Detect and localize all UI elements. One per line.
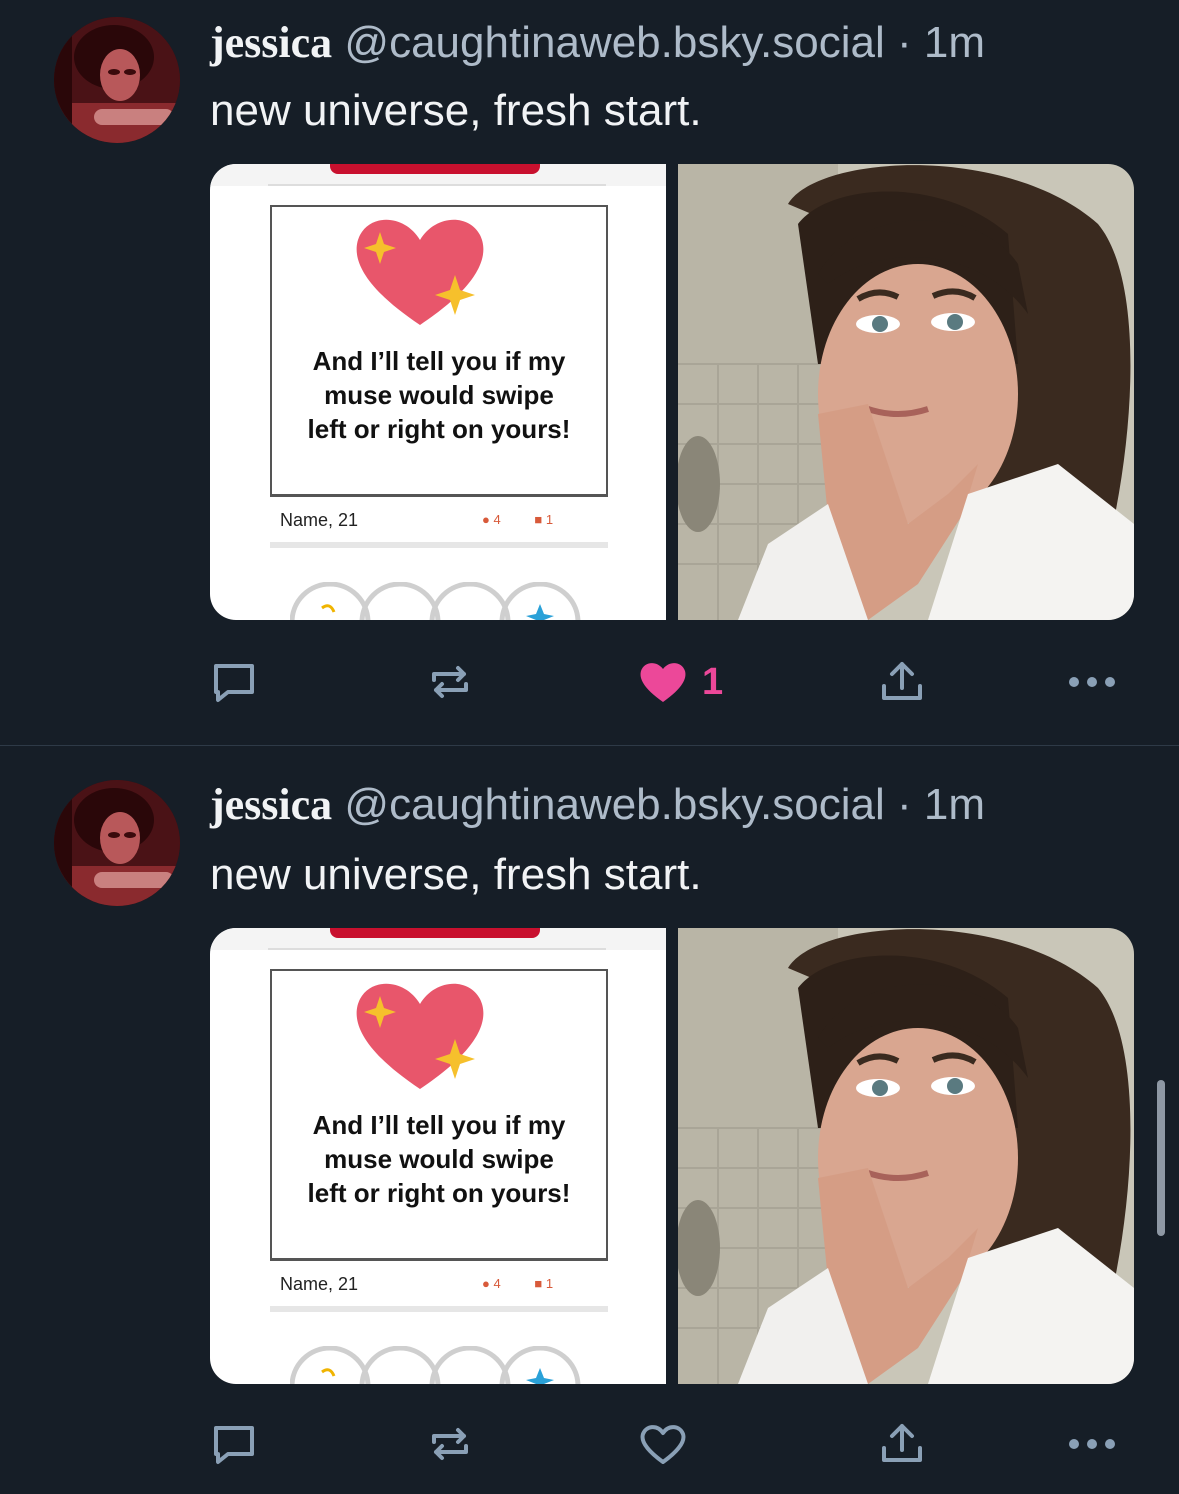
card-shadow	[270, 1306, 608, 1312]
timestamp[interactable]: 1m	[924, 780, 985, 829]
friends-icon: ●	[482, 1276, 490, 1291]
timestamp[interactable]: 1m	[924, 18, 985, 67]
card-shadow	[270, 542, 608, 548]
separator: ·	[897, 780, 912, 829]
action-bar	[0, 1412, 1179, 1476]
repost-button[interactable]	[426, 656, 474, 708]
divider	[268, 184, 606, 186]
divider	[270, 494, 608, 496]
reply-button[interactable]	[210, 1418, 258, 1470]
image-selfie[interactable]	[678, 928, 1134, 1384]
swipe-buttons	[290, 1346, 581, 1384]
more-button[interactable]	[1066, 1418, 1118, 1470]
sparkling-heart-icon	[356, 983, 484, 1089]
friends-icon: ●	[482, 512, 490, 527]
post-header: jessica @caughtinaweb.bsky.social · 1m	[210, 16, 985, 70]
photos-icon: ■	[534, 512, 543, 527]
selfie-photo	[678, 928, 1134, 1384]
card-stat: 1	[545, 512, 554, 527]
card-message-line: And I’ll tell you if my	[312, 346, 566, 376]
post-text: new universe, fresh start.	[210, 86, 702, 135]
image-dating-card[interactable]: And I’ll tell you if my muse would swipe…	[210, 164, 666, 620]
media-grid: And I’ll tell you if my muse would swipe…	[210, 928, 1134, 1384]
more-icon	[1069, 1439, 1115, 1449]
avatar-image	[54, 780, 180, 906]
author-handle[interactable]: @caughtinaweb.bsky.social	[344, 780, 884, 829]
post-text: new universe, fresh start.	[210, 850, 702, 899]
avatar-image	[54, 17, 180, 143]
repost-icon	[432, 666, 468, 698]
avatar[interactable]	[54, 780, 180, 906]
post[interactable]: jessica @caughtinaweb.bsky.social · 1m n…	[0, 0, 1179, 745]
more-icon	[1069, 677, 1115, 687]
image-selfie[interactable]	[678, 164, 1134, 620]
card-stat: 1	[545, 1276, 554, 1291]
repost-icon	[432, 1428, 468, 1460]
card-stats: ● 4 ■ 1	[482, 1276, 553, 1291]
scrollbar[interactable]	[1157, 1080, 1165, 1236]
image-dating-card[interactable]: And I’ll tell you if my muse would swipe…	[210, 928, 666, 1384]
card-stats: ● 4 ■ 1	[482, 512, 553, 527]
selfie-photo	[678, 164, 1134, 620]
author-name[interactable]: jessica	[210, 780, 332, 829]
like-button[interactable]: 1	[638, 656, 723, 708]
media-grid: And I’ll tell you if my muse would swipe…	[210, 164, 1134, 620]
reply-icon	[214, 1426, 254, 1464]
repost-button[interactable]	[426, 1418, 474, 1470]
heart-icon	[640, 663, 686, 702]
action-bar: 1	[0, 650, 1179, 714]
card-message: And I’ll tell you if my muse would swipe…	[270, 1108, 608, 1210]
more-button[interactable]	[1066, 656, 1118, 708]
author-handle[interactable]: @caughtinaweb.bsky.social	[344, 18, 884, 67]
card-stat: 4	[493, 1276, 501, 1291]
reply-button[interactable]	[210, 656, 258, 708]
share-button[interactable]	[878, 656, 926, 708]
post-header: jessica @caughtinaweb.bsky.social · 1m	[210, 778, 985, 832]
like-button[interactable]	[638, 1418, 702, 1470]
card-message-line: left or right on yours!	[307, 1178, 571, 1208]
card-message-line: And I’ll tell you if my	[312, 1110, 566, 1140]
separator: ·	[897, 18, 912, 67]
share-icon	[882, 662, 922, 700]
photos-icon: ■	[534, 1276, 543, 1291]
share-button[interactable]	[878, 1418, 926, 1470]
card-message-line: muse would swipe	[324, 380, 554, 410]
avatar[interactable]	[54, 17, 180, 143]
card-name-age: Name, 21	[280, 1274, 359, 1294]
divider	[270, 1258, 608, 1260]
like-count: 1	[702, 660, 724, 703]
author-name[interactable]: jessica	[210, 18, 332, 67]
swipe-buttons	[290, 582, 581, 620]
post[interactable]: jessica @caughtinaweb.bsky.social · 1m n…	[0, 746, 1179, 1494]
heart-icon	[640, 1425, 686, 1464]
app-logo-fragment	[330, 928, 540, 938]
reply-icon	[214, 664, 254, 702]
card-message-line: left or right on yours!	[307, 414, 571, 444]
card-message: And I’ll tell you if my muse would swipe…	[270, 344, 608, 446]
divider	[268, 948, 606, 950]
app-logo-fragment	[330, 164, 540, 174]
sparkling-heart-icon	[356, 219, 484, 325]
card-message-line: muse would swipe	[324, 1144, 554, 1174]
share-icon	[882, 1424, 922, 1462]
card-name-age: Name, 21	[280, 510, 359, 530]
card-stat: 4	[493, 512, 501, 527]
